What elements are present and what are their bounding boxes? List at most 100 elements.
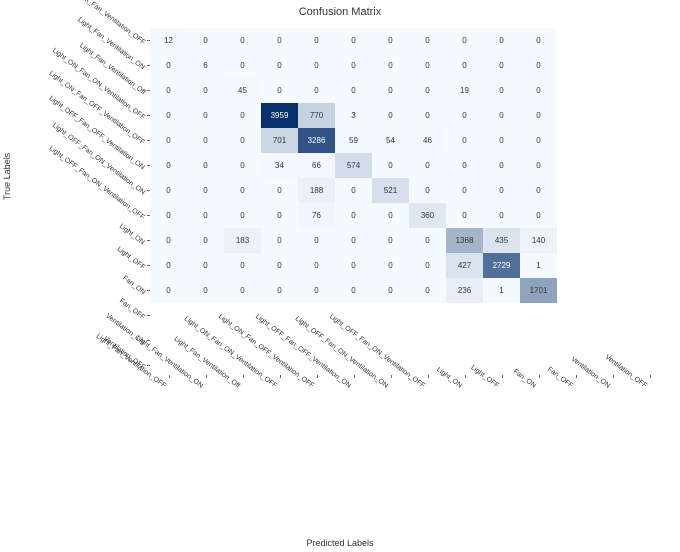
heatmap-cell: 0 [483, 103, 520, 128]
heatmap-cell: 0 [224, 28, 261, 53]
heatmap-cell: 236 [446, 278, 483, 303]
heatmap-cell: 0 [335, 178, 372, 203]
x-axis-label: Predicted Labels [0, 538, 680, 548]
heatmap-cell [631, 253, 668, 278]
heatmap-cell [631, 203, 668, 228]
heatmap-cell: 0 [298, 53, 335, 78]
heatmap-cell: 0 [261, 53, 298, 78]
heatmap-cell: 0 [372, 253, 409, 278]
heatmap-cell [594, 28, 631, 53]
heatmap-cell: 0 [298, 78, 335, 103]
heatmap-cell [372, 303, 409, 328]
heatmap-cell: 0 [520, 28, 557, 53]
heatmap-cell: 0 [483, 53, 520, 78]
heatmap-cell: 0 [520, 178, 557, 203]
heatmap-cell: 3959 [261, 103, 298, 128]
heatmap-cell: 0 [150, 253, 187, 278]
heatmap-cell: 1701 [520, 278, 557, 303]
heatmap-cell: 0 [372, 153, 409, 178]
heatmap-cell [520, 303, 557, 328]
heatmap-cell [557, 303, 594, 328]
heatmap-cell: 0 [187, 228, 224, 253]
heatmap-cell: 0 [261, 203, 298, 228]
heatmap-cell: 0 [150, 153, 187, 178]
heatmap-cell: 0 [187, 78, 224, 103]
heatmap-cell: 1 [483, 278, 520, 303]
heatmap-cell [594, 103, 631, 128]
heatmap-cell [631, 328, 668, 353]
heatmap-cell: 46 [409, 128, 446, 153]
heatmap-cell [594, 253, 631, 278]
heatmap-cell: 0 [187, 278, 224, 303]
x-tick-label: Fan_OFF [569, 384, 597, 408]
heatmap-cell: 0 [446, 128, 483, 153]
heatmap-cell: 0 [187, 253, 224, 278]
heatmap-cell: 0 [409, 253, 446, 278]
heatmap-cell: 34 [261, 153, 298, 178]
heatmap-cell [594, 228, 631, 253]
heatmap-cell: 0 [446, 28, 483, 53]
heatmap-cell: 0 [483, 78, 520, 103]
heatmap-cell: 0 [335, 53, 372, 78]
heatmap-cell [483, 303, 520, 328]
heatmap-cell: 0 [224, 128, 261, 153]
heatmap-cell: 0 [409, 153, 446, 178]
heatmap-cell: 45 [224, 78, 261, 103]
heatmap-cell: 0 [483, 128, 520, 153]
heatmap-row: 000018805210000 [150, 178, 668, 203]
heatmap-cell [631, 303, 668, 328]
heatmap-cell: 770 [298, 103, 335, 128]
heatmap-cell: 0 [409, 278, 446, 303]
heatmap-cell: 0 [446, 178, 483, 203]
heatmap-cell [557, 328, 594, 353]
heatmap-cell: 76 [298, 203, 335, 228]
heatmap-cell: 435 [483, 228, 520, 253]
heatmap-cell: 0 [409, 53, 446, 78]
heatmap-cell: 0 [150, 203, 187, 228]
heatmap-cell: 0 [520, 53, 557, 78]
heatmap-cell: 0 [335, 203, 372, 228]
heatmap-cell: 1368 [446, 228, 483, 253]
heatmap-cell [594, 303, 631, 328]
heatmap-row: 0003959770300000 [150, 103, 668, 128]
heatmap-row: 0000000023611701 [150, 278, 668, 303]
x-tick-label: Light_Fan_Ventilation_ON [199, 384, 268, 439]
heatmap-cell: 0 [187, 178, 224, 203]
heatmap-cell: 0 [150, 103, 187, 128]
heatmap-cell [446, 328, 483, 353]
heatmap-cell: 0 [409, 103, 446, 128]
heatmap-cell: 0 [150, 53, 187, 78]
heatmap-cell: 0 [372, 28, 409, 53]
heatmap-cell: 2729 [483, 253, 520, 278]
heatmap-cell: 0 [298, 228, 335, 253]
heatmap-row: 06000000000 [150, 53, 668, 78]
heatmap-cell: 66 [298, 153, 335, 178]
heatmap-cell [594, 328, 631, 353]
heatmap-cell: 0 [150, 278, 187, 303]
heatmap-cell [631, 53, 668, 78]
heatmap-cell: 0 [520, 153, 557, 178]
heatmap-cell: 0 [483, 28, 520, 53]
heatmap-cell [631, 28, 668, 53]
x-tick-label: Light_Fan_Ventilation_Off [236, 384, 304, 438]
heatmap-cell [631, 228, 668, 253]
heatmap-cell: 0 [409, 178, 446, 203]
y-tick-label: Fan_ON [121, 275, 146, 297]
x-tick-label: Ventilation_OFF [643, 384, 680, 420]
confusion-matrix-figure: Confusion Matrix True Labels Predicted L… [0, 0, 680, 552]
heatmap-cell: 0 [372, 228, 409, 253]
heatmap-cell: 0 [298, 28, 335, 53]
heatmap-cell: 0 [335, 228, 372, 253]
heatmap-cell: 12 [150, 28, 187, 53]
heatmap-cell: 360 [409, 203, 446, 228]
heatmap-cell [631, 78, 668, 103]
heatmap-cell: 0 [446, 153, 483, 178]
heatmap-cell: 0 [261, 253, 298, 278]
heatmap-cell: 0 [372, 203, 409, 228]
x-tick-label: Ventilation_ON [606, 384, 648, 418]
heatmap-cell: 54 [372, 128, 409, 153]
heatmap-cell [594, 128, 631, 153]
heatmap-cell: 140 [520, 228, 557, 253]
heatmap-cell: 0 [520, 103, 557, 128]
heatmap-cell: 19 [446, 78, 483, 103]
